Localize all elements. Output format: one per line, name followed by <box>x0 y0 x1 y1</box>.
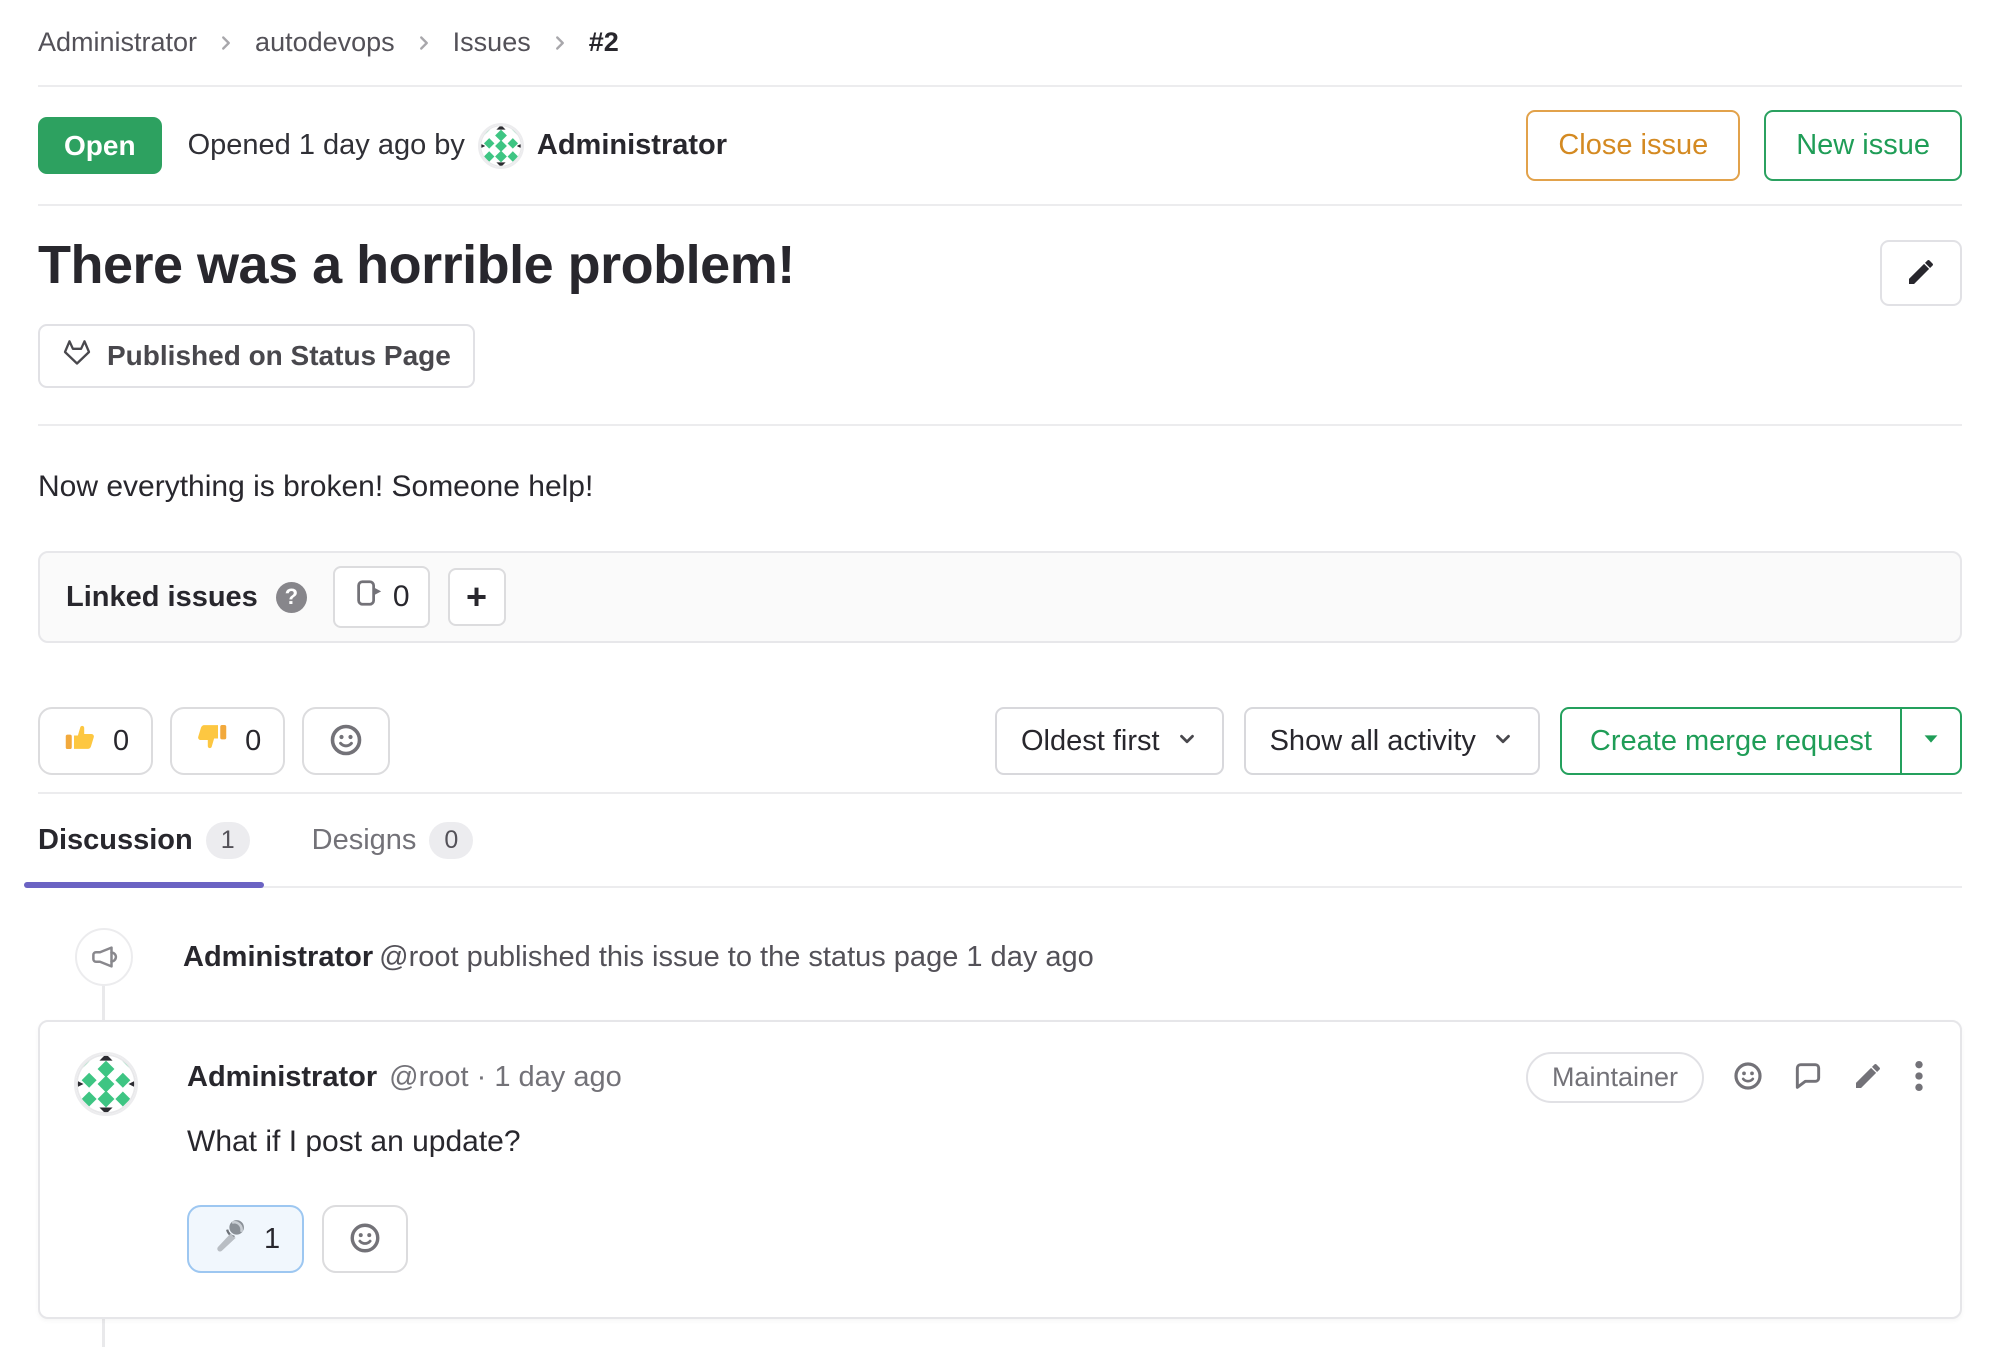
opened-meta: Opened 1 day ago by <box>188 123 727 169</box>
comment-actions: Maintainer <box>1526 1052 1926 1103</box>
sort-dropdown[interactable]: Oldest first <box>995 707 1224 775</box>
help-icon[interactable]: ? <box>276 582 307 613</box>
kebab-menu-icon <box>1912 1059 1926 1096</box>
breadcrumb-current-issue-number: #2 <box>589 27 619 58</box>
comment-card: Administrator @root · 1 day ago Maintain… <box>38 1020 1962 1319</box>
chevron-down-icon <box>1176 725 1198 758</box>
title-row: There was a horrible problem! <box>38 234 1962 306</box>
status-badge: Open <box>38 117 162 175</box>
tab-designs-label: Designs <box>312 824 417 857</box>
published-status-label: Published on Status Page <box>107 340 451 372</box>
add-reaction-button[interactable] <box>302 707 390 775</box>
thumbs-down-count: 0 <box>245 725 261 758</box>
more-actions-button[interactable] <box>1912 1059 1926 1096</box>
smiley-icon <box>328 722 364 761</box>
sort-dropdown-label: Oldest first <box>1021 725 1160 758</box>
smiley-icon <box>1732 1060 1764 1095</box>
issue-author[interactable]: Administrator <box>537 129 727 162</box>
tab-discussion-label: Discussion <box>38 824 193 857</box>
awards-and-controls-row: 0 0 Oldest first Show all activity Creat… <box>38 707 1962 775</box>
opened-text: Opened 1 day ago by <box>188 129 465 162</box>
issue-type-icon <box>353 578 383 616</box>
comment-author[interactable]: Administrator <box>187 1061 377 1094</box>
comment-awards: 1 <box>187 1205 1926 1273</box>
comment-main: Administrator @root · 1 day ago Maintain… <box>187 1052 1926 1273</box>
comment-header: Administrator @root · 1 day ago Maintain… <box>187 1052 1926 1103</box>
new-issue-button[interactable]: New issue <box>1764 110 1962 181</box>
discussion-tabs: Discussion 1 Designs 0 <box>38 794 1962 888</box>
tab-designs[interactable]: Designs 0 <box>312 822 474 886</box>
linked-issues-count: 0 <box>333 566 430 628</box>
linked-issues-count-value: 0 <box>393 580 410 614</box>
create-merge-request-caret-button[interactable] <box>1902 709 1960 773</box>
linked-issues-section: Linked issues ? 0 + <box>38 551 1962 643</box>
avatar <box>478 123 524 169</box>
thumbs-down-emoji <box>194 719 230 763</box>
system-note-text: Administrator@root published this issue … <box>183 941 1094 974</box>
thumbs-up-award-button[interactable]: 0 <box>38 707 153 775</box>
discussion-controls: Oldest first Show all activity Create me… <box>995 707 1962 775</box>
microphone-award-button[interactable]: 1 <box>187 1205 304 1273</box>
divider <box>38 424 1962 426</box>
smiley-icon <box>348 1221 382 1258</box>
activity-filter-label: Show all activity <box>1270 725 1476 758</box>
add-reaction-button[interactable] <box>322 1205 408 1273</box>
issue-page: Administrator autodevops Issues #2 Open … <box>0 0 2000 1347</box>
page-title: There was a horrible problem! <box>38 234 795 296</box>
close-issue-button[interactable]: Close issue <box>1526 110 1740 181</box>
published-status-badge: Published on Status Page <box>38 324 475 388</box>
pencil-icon <box>1852 1060 1884 1095</box>
comment-body: What if I post an update? <box>187 1125 1926 1159</box>
breadcrumb-link-autodevops[interactable]: autodevops <box>255 27 395 58</box>
reply-comment-icon[interactable] <box>1792 1060 1824 1095</box>
edit-title-button[interactable] <box>1880 240 1962 306</box>
tab-discussion[interactable]: Discussion 1 <box>38 822 250 886</box>
comment-meta: @root · 1 day ago <box>389 1061 622 1094</box>
role-badge: Maintainer <box>1526 1052 1704 1103</box>
microphone-emoji <box>211 1216 249 1262</box>
add-reaction-button[interactable] <box>1732 1060 1764 1095</box>
gitlab-tanuki-icon <box>62 338 92 374</box>
breadcrumb-link-administrator[interactable]: Administrator <box>38 27 197 58</box>
discussion-timeline: Administrator@root published this issue … <box>38 928 1962 1347</box>
breadcrumb-link-issues[interactable]: Issues <box>453 27 531 58</box>
chevron-right-icon <box>215 32 237 54</box>
edit-comment-button[interactable] <box>1852 1060 1884 1095</box>
note-body: @root published this issue to the status… <box>379 941 1094 973</box>
issue-status-bar: Open Opened 1 day ago by <box>38 87 1962 206</box>
create-merge-request-button[interactable]: Create merge request <box>1562 709 1902 773</box>
chevron-right-icon <box>413 32 435 54</box>
megaphone-icon <box>75 928 133 986</box>
thumbs-up-emoji <box>62 719 98 763</box>
chevron-right-icon <box>549 32 571 54</box>
note-author[interactable]: Administrator <box>183 941 373 973</box>
tab-designs-count: 0 <box>429 822 473 859</box>
tab-discussion-count: 1 <box>206 822 250 859</box>
thumbs-down-award-button[interactable]: 0 <box>170 707 285 775</box>
microphone-award-count: 1 <box>264 1223 280 1256</box>
caret-down-icon <box>1920 728 1942 755</box>
breadcrumb: Administrator autodevops Issues #2 <box>38 0 1962 87</box>
pencil-icon <box>1905 256 1937 291</box>
chevron-down-icon <box>1492 725 1514 758</box>
linked-issues-label: Linked issues <box>66 581 258 614</box>
avatar[interactable] <box>74 1052 138 1116</box>
activity-filter-dropdown[interactable]: Show all activity <box>1244 707 1540 775</box>
speech-bubble-icon <box>1792 1060 1824 1095</box>
add-linked-issue-button[interactable]: + <box>448 568 506 626</box>
issue-description: Now everything is broken! Someone help! <box>38 470 1962 504</box>
thumbs-up-count: 0 <box>113 725 129 758</box>
create-merge-request-split-button: Create merge request <box>1560 707 1962 775</box>
system-note-published: Administrator@root published this issue … <box>38 928 1962 986</box>
